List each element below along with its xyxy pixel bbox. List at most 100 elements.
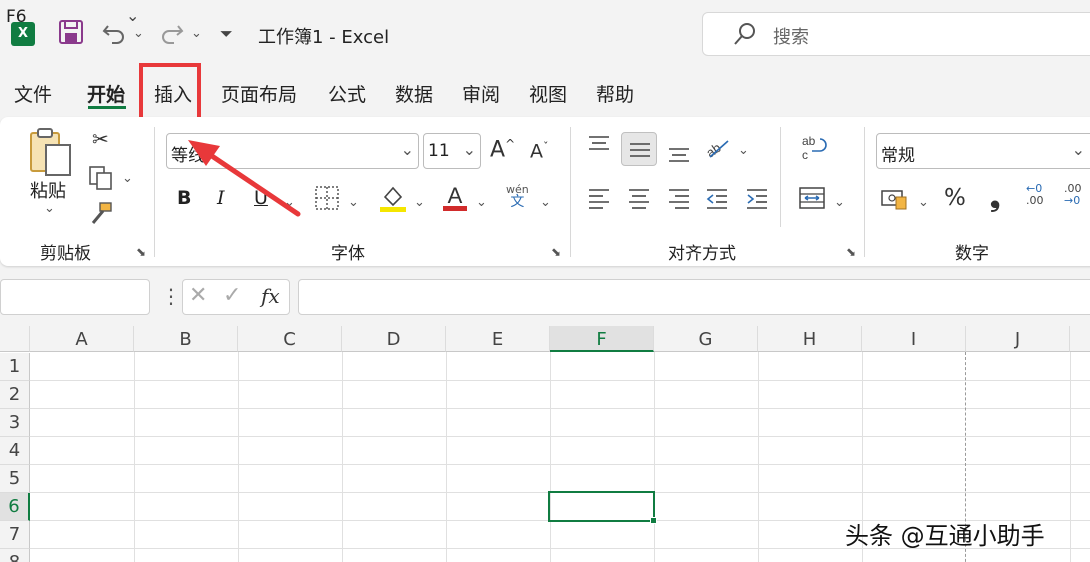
tab-home[interactable]: 开始 xyxy=(87,80,125,107)
column-header-i[interactable]: I xyxy=(862,326,966,352)
column-header-d[interactable]: D xyxy=(342,326,446,352)
number-format-select[interactable]: 常规 ⌄ xyxy=(876,133,1090,169)
row-header-2[interactable]: 2 xyxy=(0,381,30,409)
font-launcher-icon[interactable]: ⬊ xyxy=(551,245,561,259)
column-header-c[interactable]: C xyxy=(238,326,342,352)
active-cell-f6[interactable] xyxy=(548,491,655,522)
fill-handle[interactable] xyxy=(650,517,657,524)
align-center-icon[interactable] xyxy=(626,185,652,215)
percent-style-button[interactable]: % xyxy=(944,185,966,211)
accounting-format-icon[interactable] xyxy=(880,185,910,215)
divider xyxy=(864,127,865,257)
decrease-font-size-icon[interactable]: Aˇ xyxy=(530,140,549,162)
grid-line xyxy=(30,436,1090,437)
orientation-icon[interactable]: ab xyxy=(703,135,732,165)
row-header-3[interactable]: 3 xyxy=(0,409,30,437)
merge-dropdown-icon[interactable]: ⌄ xyxy=(834,195,845,210)
row-header-1[interactable]: 1 xyxy=(0,353,30,381)
chevron-down-icon[interactable]: ⌄ xyxy=(126,6,139,25)
align-bottom-icon[interactable] xyxy=(666,139,692,169)
column-header-h[interactable]: H xyxy=(758,326,862,352)
tab-file[interactable]: 文件 xyxy=(14,80,52,107)
select-all-corner[interactable] xyxy=(0,326,30,352)
formula-input[interactable] xyxy=(298,279,1090,315)
insert-function-icon[interactable]: fx xyxy=(261,284,280,308)
name-box-value: F6 xyxy=(6,7,27,27)
decrease-decimal-icon[interactable]: .00 →0 xyxy=(1064,183,1090,207)
row-header-6[interactable]: 6 xyxy=(0,493,30,521)
column-header-e[interactable]: E xyxy=(446,326,550,352)
column-header-f[interactable]: F xyxy=(550,326,654,352)
grid-line xyxy=(30,464,1090,465)
fill-color-dropdown-icon[interactable]: ⌄ xyxy=(414,195,425,210)
tab-formulas[interactable]: 公式 xyxy=(328,80,366,107)
annotation-arrow xyxy=(188,140,301,217)
increase-decimal-icon[interactable]: ←0 .00 xyxy=(1026,183,1052,207)
tab-view[interactable]: 视图 xyxy=(529,80,567,107)
redo-dropdown-icon[interactable]: ⌄ xyxy=(191,26,202,41)
increase-font-size-icon[interactable]: A^ xyxy=(490,137,515,162)
font-group-label: 字体 xyxy=(331,244,365,264)
align-left-icon[interactable] xyxy=(586,185,612,215)
decrease-indent-icon[interactable] xyxy=(704,185,730,215)
customize-toolbar-icon[interactable]: ⏷ xyxy=(220,24,233,44)
save-icon[interactable] xyxy=(58,18,84,52)
fill-color-icon[interactable] xyxy=(378,183,408,217)
alignment-launcher-icon[interactable]: ⬊ xyxy=(846,245,856,259)
alignment-group-label: 对齐方式 xyxy=(668,244,736,264)
chevron-down-icon: ⌄ xyxy=(1071,140,1085,159)
undo-icon[interactable] xyxy=(100,18,128,52)
column-header-j[interactable]: J xyxy=(966,326,1070,352)
merge-center-icon[interactable] xyxy=(798,185,826,215)
clipboard-launcher-icon[interactable]: ⬊ xyxy=(136,245,146,259)
row-header-5[interactable]: 5 xyxy=(0,465,30,493)
search-input[interactable]: 搜索 xyxy=(702,12,1090,56)
comma-style-button[interactable]: ❟ xyxy=(990,183,1000,214)
column-header-b[interactable]: B xyxy=(134,326,238,352)
accounting-dropdown-icon[interactable]: ⌄ xyxy=(918,195,929,210)
enter-icon[interactable]: ✓ xyxy=(223,283,241,308)
cancel-icon[interactable]: ✕ xyxy=(189,283,207,308)
undo-dropdown-icon[interactable]: ⌄ xyxy=(133,26,144,41)
tab-data[interactable]: 数据 xyxy=(395,80,433,107)
borders-icon[interactable] xyxy=(314,185,340,215)
copy-dropdown-icon[interactable]: ⌄ xyxy=(122,171,133,186)
svg-text:ab: ab xyxy=(802,134,816,148)
align-top-icon[interactable] xyxy=(586,133,612,163)
align-right-icon[interactable] xyxy=(666,185,692,215)
column-header-a[interactable]: A xyxy=(30,326,134,352)
phonetic-dropdown-icon[interactable]: ⌄ xyxy=(540,195,551,210)
font-size-select[interactable]: 11 ⌄ xyxy=(423,133,481,169)
row-header-7[interactable]: 7 xyxy=(0,521,30,549)
paste-label[interactable]: 粘贴 xyxy=(30,177,66,203)
divider xyxy=(154,127,155,257)
tab-page-layout[interactable]: 页面布局 xyxy=(221,80,297,107)
wrap-text-icon[interactable]: ab c xyxy=(800,133,828,167)
increase-indent-icon[interactable] xyxy=(744,185,770,215)
orientation-dropdown-icon[interactable]: ⌄ xyxy=(738,143,749,158)
active-tab-indicator xyxy=(88,106,126,109)
align-middle-button[interactable] xyxy=(621,132,657,166)
paste-icon[interactable] xyxy=(28,127,74,181)
column-header-g[interactable]: G xyxy=(654,326,758,352)
tab-help[interactable]: 帮助 xyxy=(596,80,634,107)
font-color-icon[interactable]: A xyxy=(440,181,470,217)
chevron-down-icon: ⌄ xyxy=(462,140,476,159)
cut-icon[interactable]: ✂ xyxy=(92,127,109,151)
grid-line xyxy=(446,352,447,562)
tab-review[interactable]: 审阅 xyxy=(462,80,500,107)
paste-dropdown-icon[interactable]: ⌄ xyxy=(44,201,55,216)
phonetic-guide-icon[interactable]: wén 文 xyxy=(506,183,529,209)
more-options-icon[interactable]: ⋮ xyxy=(161,284,181,308)
row-header-4[interactable]: 4 xyxy=(0,437,30,465)
font-color-dropdown-icon[interactable]: ⌄ xyxy=(476,195,487,210)
chevron-down-icon: ⌄ xyxy=(400,140,414,159)
row-header-8[interactable]: 8 xyxy=(0,549,30,562)
column-header-partial[interactable] xyxy=(1070,326,1090,352)
borders-dropdown-icon[interactable]: ⌄ xyxy=(348,195,359,210)
name-box[interactable] xyxy=(0,279,150,315)
format-painter-icon[interactable] xyxy=(88,201,114,231)
copy-icon[interactable] xyxy=(88,165,114,195)
insert-tab-highlight xyxy=(139,63,201,125)
redo-icon[interactable] xyxy=(158,18,186,52)
